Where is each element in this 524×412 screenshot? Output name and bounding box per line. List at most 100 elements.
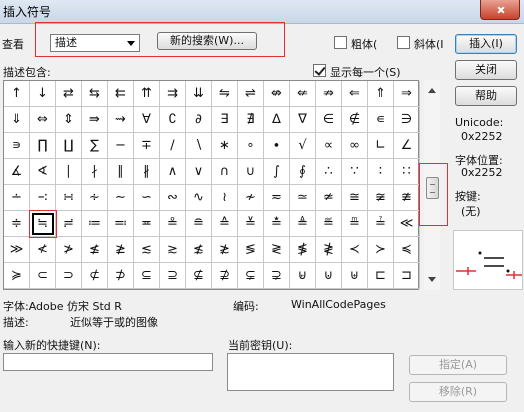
symbol-cell[interactable]: ⊐: [394, 263, 420, 289]
symbol-cell[interactable]: ∆: [264, 107, 290, 133]
symbol-cell[interactable]: ∁: [160, 107, 186, 133]
new-search-button[interactable]: 新的搜索(W)...: [157, 32, 257, 50]
symbol-cell[interactable]: ≷: [264, 237, 290, 263]
symbol-cell[interactable]: ≯: [56, 237, 82, 263]
symbol-cell[interactable]: ≔: [82, 211, 108, 237]
symbol-cell[interactable]: ∤: [82, 159, 108, 185]
symbol-cell[interactable]: ∡: [4, 159, 30, 185]
symbol-cell[interactable]: ≄: [316, 185, 342, 211]
symbol-cell[interactable]: ∷: [394, 159, 420, 185]
symbol-cell[interactable]: ∈: [316, 107, 342, 133]
symbol-cell[interactable]: ≶: [238, 237, 264, 263]
symbol-cell[interactable]: ≴: [186, 237, 212, 263]
symbol-cell[interactable]: ≲: [134, 237, 160, 263]
symbol-cell[interactable]: √: [290, 133, 316, 159]
symbol-cell[interactable]: ⇔: [30, 107, 56, 133]
symbol-cell[interactable]: ≜: [290, 211, 316, 237]
symbol-cell[interactable]: ≵: [212, 237, 238, 263]
symbol-cell[interactable]: ⇇: [108, 81, 134, 107]
symbol-cell[interactable]: ≳: [160, 237, 186, 263]
symbol-cell[interactable]: ⇎: [264, 81, 290, 107]
symbol-cell[interactable]: ∋: [394, 107, 420, 133]
symbol-cell[interactable]: ∴: [316, 159, 342, 185]
symbol-cell[interactable]: ∵: [342, 159, 368, 185]
symbol-cell[interactable]: ∹: [30, 185, 56, 211]
symbol-cell[interactable]: ∦: [134, 159, 160, 185]
current-key-list[interactable]: [227, 353, 394, 391]
symbol-cell[interactable]: ⇓: [4, 107, 30, 133]
symbol-cell[interactable]: ⇕: [56, 107, 82, 133]
symbol-cell[interactable]: ⇈: [134, 81, 160, 107]
symbol-cell[interactable]: ≃: [290, 185, 316, 211]
symbol-cell[interactable]: ≛: [264, 211, 290, 237]
symbol-cell[interactable]: ⇛: [82, 107, 108, 133]
symbol-cell[interactable]: ≺: [342, 237, 368, 263]
symbol-cell[interactable]: ∽: [134, 185, 160, 211]
symbol-cell[interactable]: ∫: [264, 159, 290, 185]
symbol-cell[interactable]: ≱: [108, 237, 134, 263]
symbol-cell[interactable]: ∇: [290, 107, 316, 133]
symbol-cell[interactable]: ⊇: [160, 263, 186, 289]
symbol-cell[interactable]: ≁: [238, 185, 264, 211]
symbol-cell[interactable]: ⊄: [82, 263, 108, 289]
symbol-cell[interactable]: ∑: [82, 133, 108, 159]
symbol-cell[interactable]: ≅: [342, 185, 368, 211]
symbol-cell[interactable]: ≮: [30, 237, 56, 263]
symbol-cell[interactable]: ∻: [82, 185, 108, 211]
symbol-cell[interactable]: ∏: [30, 133, 56, 159]
symbol-cell[interactable]: ≼: [394, 237, 420, 263]
symbol-cell[interactable]: ∗: [212, 133, 238, 159]
symbol-cell[interactable]: ≹: [316, 237, 342, 263]
symbol-cell[interactable]: ⇆: [82, 81, 108, 107]
symbol-cell[interactable]: ∃: [212, 107, 238, 133]
symbol-cell[interactable]: ∐: [56, 133, 82, 159]
symbol-cell[interactable]: ⇑: [368, 81, 394, 107]
close-button[interactable]: 关闭: [455, 60, 517, 80]
symbol-cell[interactable]: ⇋: [212, 81, 238, 107]
view-dropdown[interactable]: 描述: [50, 34, 140, 52]
symbol-cell[interactable]: ∊: [368, 107, 394, 133]
symbol-cell[interactable]: ↑: [4, 81, 30, 107]
symbol-cell[interactable]: ∉: [342, 107, 368, 133]
help-button[interactable]: 帮助: [455, 86, 517, 106]
symbol-cell[interactable]: ∙: [264, 133, 290, 159]
symbol-cell[interactable]: ∨: [186, 159, 212, 185]
symbol-cell[interactable]: ≟: [368, 211, 394, 237]
symbol-cell[interactable]: ⊃: [56, 263, 82, 289]
insert-button[interactable]: 插入(I): [455, 34, 517, 54]
symbol-cell[interactable]: ∕: [160, 133, 186, 159]
symbol-cell[interactable]: ∼: [108, 185, 134, 211]
symbol-cell[interactable]: ∓: [134, 133, 160, 159]
assign-button[interactable]: 指定(A): [409, 355, 507, 375]
symbol-cell[interactable]: ⊂: [30, 263, 56, 289]
symbol-cell[interactable]: ⇉: [160, 81, 186, 107]
symbol-cell[interactable]: ⊌: [290, 263, 316, 289]
symbol-cell[interactable]: ⊋: [264, 263, 290, 289]
symbol-cell[interactable]: ≖: [134, 211, 160, 237]
symbol-cell[interactable]: ≪: [394, 211, 420, 237]
symbol-cell[interactable]: ∥: [108, 159, 134, 185]
symbol-cell[interactable]: ≇: [394, 185, 420, 211]
symbol-cell[interactable]: ≞: [342, 211, 368, 237]
symbol-cell[interactable]: ≫: [4, 237, 30, 263]
symbol-cell[interactable]: ∮: [290, 159, 316, 185]
symbol-cell[interactable]: ⊅: [108, 263, 134, 289]
symbol-cell[interactable]: ⊍: [316, 263, 342, 289]
symbol-cell[interactable]: ≕: [108, 211, 134, 237]
symbol-cell[interactable]: ∍: [4, 133, 30, 159]
symbol-cell[interactable]: ∞: [342, 133, 368, 159]
symbol-cell[interactable]: ⇝: [108, 107, 134, 133]
symbol-cell[interactable]: ≘: [186, 211, 212, 237]
symbol-cell[interactable]: ≻: [368, 237, 394, 263]
symbol-cell[interactable]: ⇒: [394, 81, 420, 107]
symbol-cell[interactable]: ∿: [186, 185, 212, 211]
symbol-cell[interactable]: ∖: [186, 133, 212, 159]
symbol-cell[interactable]: ∪: [238, 159, 264, 185]
symbol-cell[interactable]: ∺: [56, 185, 82, 211]
symbol-cell[interactable]: ⊈: [186, 263, 212, 289]
remove-button[interactable]: 移除(R): [409, 382, 507, 402]
symbol-cell[interactable]: ⇍: [290, 81, 316, 107]
symbol-cell[interactable]: ⊊: [238, 263, 264, 289]
symbol-cell[interactable]: ∟: [368, 133, 394, 159]
symbol-cell[interactable]: ∀: [134, 107, 160, 133]
